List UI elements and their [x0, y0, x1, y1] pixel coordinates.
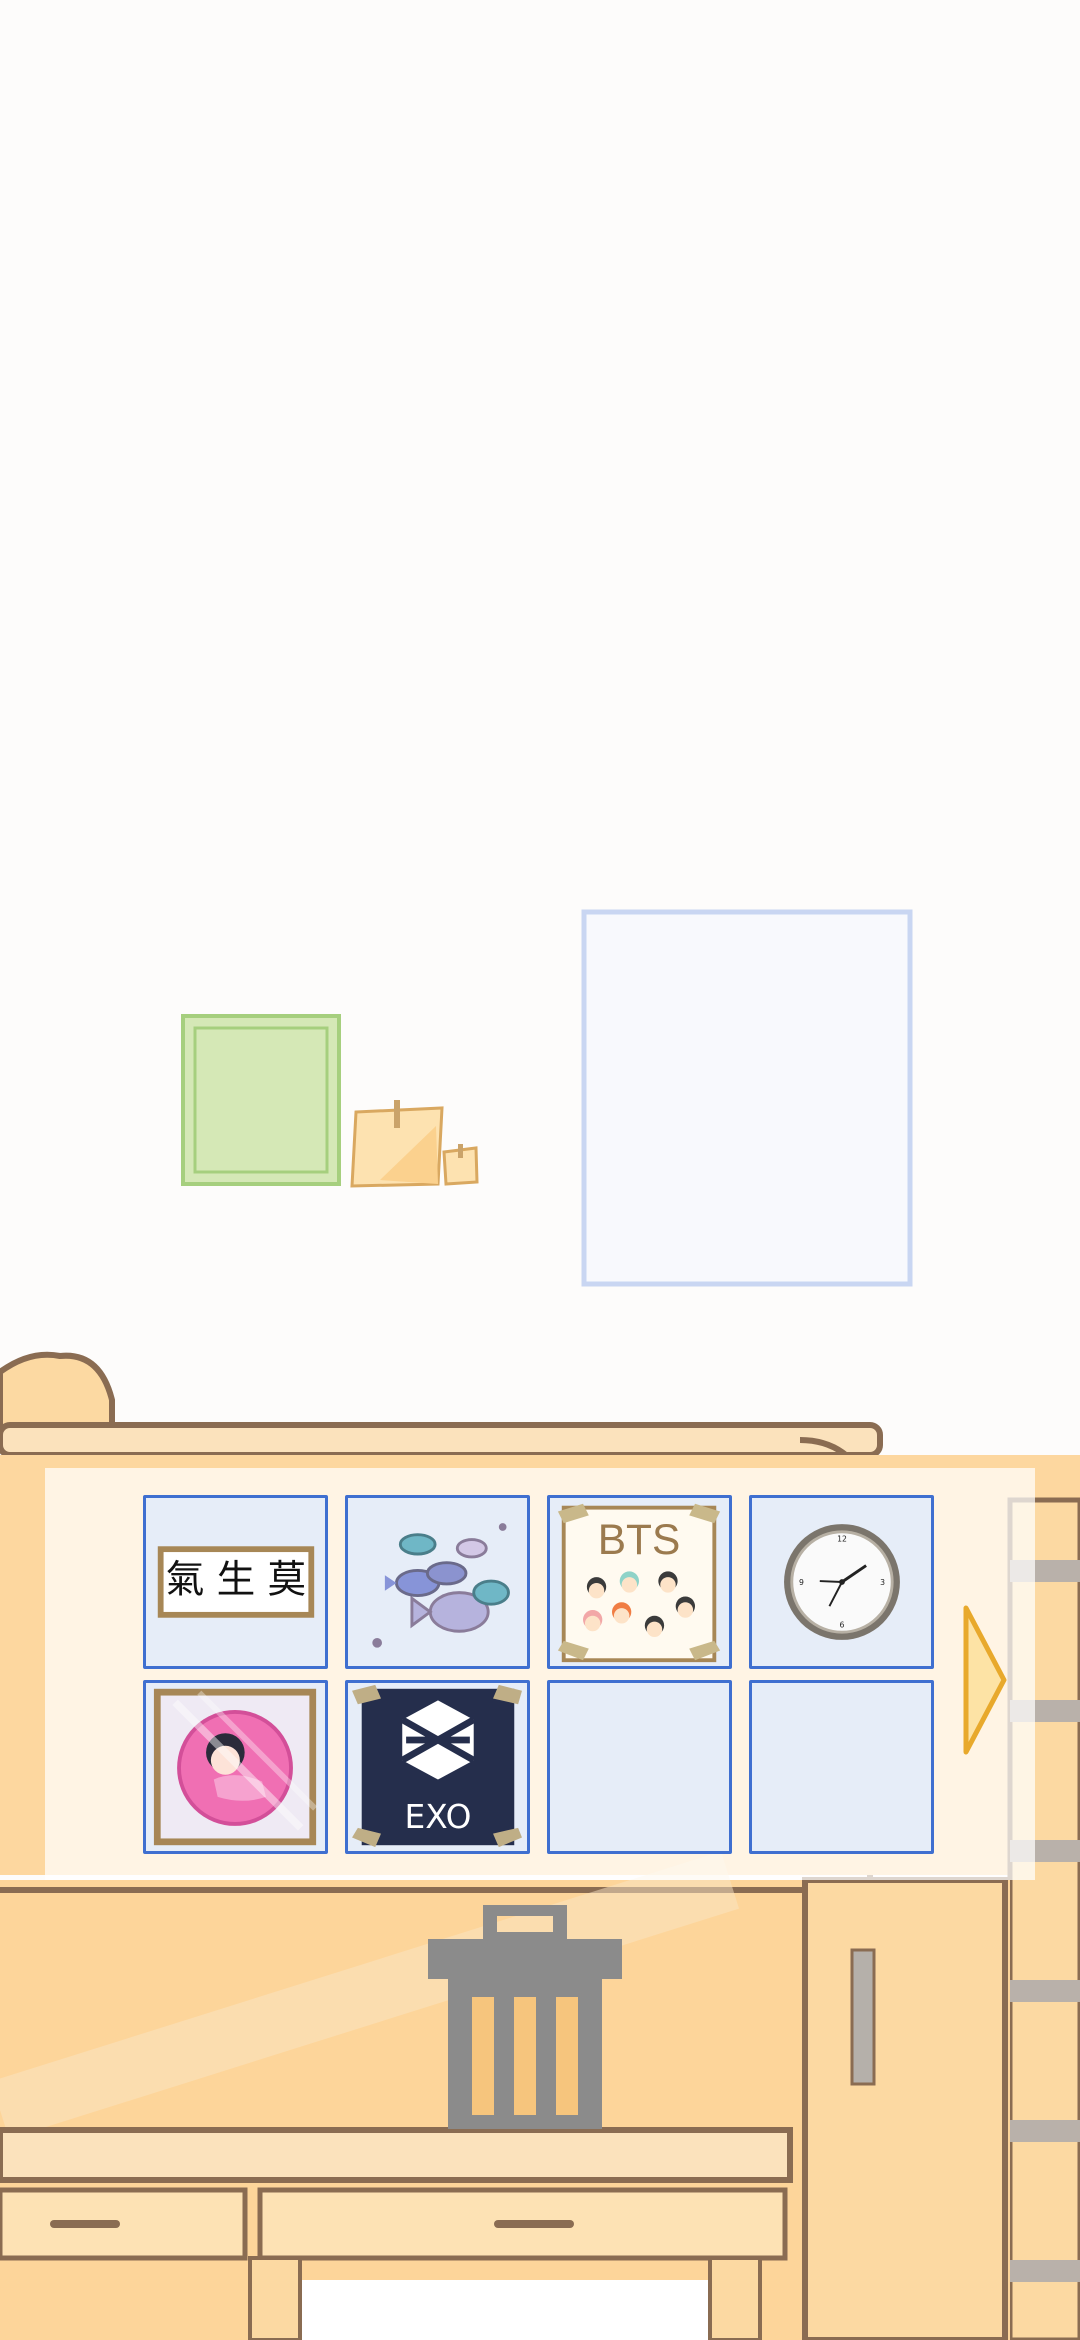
inventory-slot-fish[interactable] [345, 1495, 530, 1669]
bts-poster-icon: BTS [557, 1503, 721, 1663]
bts-text: BTS [598, 1517, 681, 1564]
anime-girl-frame-icon [153, 1688, 318, 1846]
svg-text:3: 3 [880, 1578, 885, 1587]
exo-text: EXO [405, 1798, 472, 1836]
calligraphy-frame-icon: 氣 生 莫 [157, 1546, 315, 1618]
inventory-slot-anime-girl[interactable] [143, 1680, 328, 1854]
calligraphy-text: 氣 生 莫 [166, 1558, 306, 1603]
fish-sticker-icon [372, 1523, 510, 1648]
inventory-slot-empty-2[interactable] [749, 1680, 934, 1854]
blue-frame-placeholder [581, 909, 913, 1287]
wall-clock-icon: 12 3 6 9 [784, 1524, 900, 1640]
green-frame-placeholder [181, 1014, 341, 1186]
sticky-note-placeholder [350, 1100, 479, 1188]
inventory-slot-empty-1[interactable] [547, 1680, 732, 1854]
triangle-right-icon[interactable] [960, 1600, 1010, 1760]
exo-poster-icon: EXO [352, 1684, 522, 1848]
svg-text:9: 9 [799, 1578, 804, 1587]
inventory-slot-bts-poster[interactable]: BTS [547, 1495, 732, 1669]
trash-can-icon[interactable] [420, 1902, 630, 2135]
svg-text:12: 12 [837, 1534, 847, 1543]
inventory-slot-clock[interactable]: 12 3 6 9 [749, 1495, 934, 1669]
inventory-slot-exo-poster[interactable]: EXO [345, 1680, 530, 1854]
inventory-slot-calligraphy[interactable]: 氣 生 莫 [143, 1495, 328, 1669]
svg-text:6: 6 [840, 1620, 845, 1629]
